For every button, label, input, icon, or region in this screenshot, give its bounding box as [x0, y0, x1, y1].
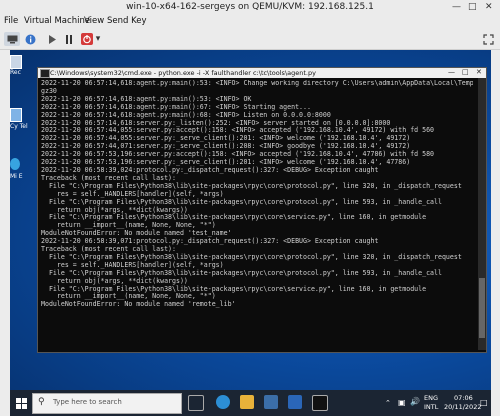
play-icon[interactable]	[44, 32, 60, 46]
file-explorer-icon[interactable]	[240, 395, 254, 409]
menu-virtual-machine[interactable]: Virtual Machine	[24, 16, 90, 26]
edge-icon[interactable]	[10, 158, 20, 170]
scrollbar[interactable]	[478, 78, 486, 350]
language-indicator[interactable]: ENG	[424, 394, 438, 402]
vm-screen[interactable]: Rec Cy Tel Mi E C:\Windows\system32\cmd.…	[10, 50, 491, 416]
menu-bar: File Virtual Machine View Send Key	[0, 15, 500, 29]
fullscreen-icon[interactable]	[480, 32, 496, 46]
desktop-icon-label: Rec	[10, 69, 21, 76]
cmd-title: C:\Windows\system32\cmd.exe - python.exe…	[50, 69, 316, 77]
computer-icon[interactable]	[10, 108, 22, 122]
recycle-bin-icon[interactable]	[10, 55, 22, 69]
console-line: 2022-11-20 06:57:14,618:agent.py:main():…	[41, 80, 473, 87]
desktop-icon-label: Mi E	[10, 173, 23, 180]
store-icon[interactable]	[264, 395, 278, 409]
menu-file[interactable]: File	[4, 16, 18, 26]
network-icon[interactable]: ▣	[398, 398, 406, 407]
edge-icon[interactable]	[216, 395, 230, 409]
cmd-window[interactable]: C:\Windows\system32\cmd.exe - python.exe…	[37, 67, 487, 353]
window-title: win-10-x64-162-sergeys on QEMU/KVM: 192.…	[126, 2, 374, 12]
dropdown-icon[interactable]: ▾	[93, 32, 103, 46]
maximize-icon[interactable]: □	[468, 2, 477, 12]
cmd-taskbar-icon[interactable]	[312, 395, 328, 411]
taskbar-search[interactable]: ⚲ Type here to search	[32, 393, 182, 414]
close-icon[interactable]: ✕	[476, 68, 482, 76]
clock-time[interactable]: 07:06	[454, 394, 473, 402]
task-view-icon[interactable]	[188, 395, 204, 411]
search-icon: ⚲	[38, 397, 45, 407]
chevron-up-icon[interactable]: ⌃	[385, 399, 391, 407]
cmd-titlebar[interactable]: C:\Windows\system32\cmd.exe - python.exe…	[38, 68, 486, 78]
mail-icon[interactable]	[288, 395, 302, 409]
volume-icon[interactable]: 🔊	[410, 397, 420, 406]
toolbar: ▾	[0, 29, 500, 50]
menu-view[interactable]: View	[84, 16, 104, 26]
close-icon[interactable]: ✕	[485, 2, 493, 12]
language-indicator-sub[interactable]: INTL	[424, 403, 438, 411]
clock-date[interactable]: 20/11/2022	[444, 403, 481, 411]
monitor-icon[interactable]	[4, 32, 20, 46]
desktop-icon-label: Cy Tel	[10, 123, 28, 130]
search-placeholder: Type here to search	[53, 398, 122, 406]
console-output[interactable]: 2022-11-20 06:57:14,618:agent.py:main():…	[41, 80, 473, 350]
notification-icon[interactable]: □	[480, 398, 488, 407]
minimize-icon[interactable]: —	[448, 68, 455, 76]
info-icon[interactable]	[22, 32, 38, 46]
pause-icon[interactable]	[61, 32, 77, 46]
maximize-icon[interactable]: □	[462, 68, 469, 76]
taskbar: ⚲ Type here to search ⌃ ▣ 🔊 ENG INTL 07:…	[10, 390, 491, 416]
menu-send-key[interactable]: Send Key	[107, 16, 147, 26]
minimize-icon[interactable]: —	[452, 2, 461, 12]
cmd-icon	[40, 69, 50, 78]
console-line: ModuleNotFoundError: No module named 're…	[41, 300, 236, 309]
scrollbar-thumb[interactable]	[479, 278, 485, 338]
windows-start-icon[interactable]	[16, 398, 27, 409]
host-titlebar: win-10-x64-162-sergeys on QEMU/KVM: 192.…	[0, 0, 500, 15]
